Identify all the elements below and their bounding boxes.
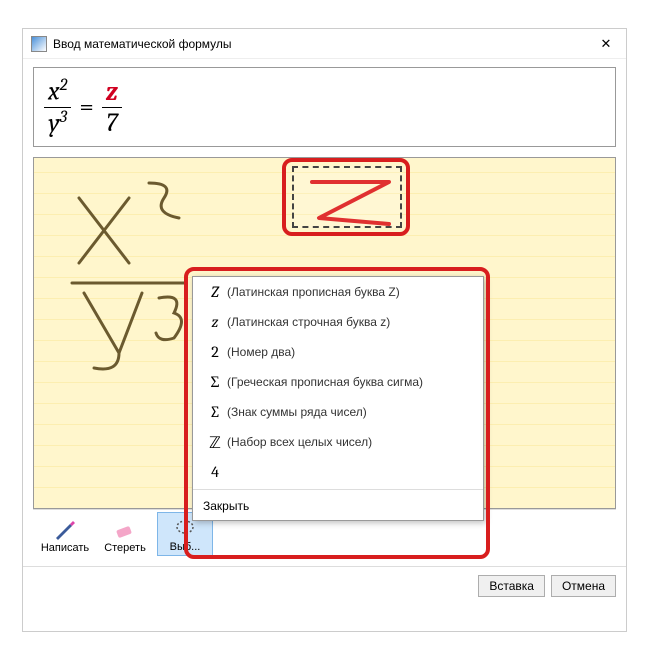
var-z-highlighted: z bbox=[106, 77, 118, 107]
popup-label: (Греческая прописная буква сигма) bbox=[227, 375, 423, 389]
popup-separator bbox=[193, 489, 483, 490]
popup-symbol: Σ bbox=[203, 373, 227, 392]
popup-close-item[interactable]: Закрыть bbox=[193, 492, 483, 520]
popup-item-5[interactable]: ℤ(Набор всех целых чисел) bbox=[193, 427, 483, 457]
popup-label: (Латинская строчная буква z) bbox=[227, 315, 390, 329]
ink-stroke-z bbox=[294, 168, 404, 230]
select-tool-label: Выб... bbox=[160, 541, 210, 553]
erase-tool-label: Стереть bbox=[99, 542, 151, 554]
exp-2: 2 bbox=[60, 76, 68, 95]
var-y: y bbox=[48, 108, 59, 138]
fraction-right: z 7 bbox=[102, 79, 122, 136]
popup-item-0[interactable]: Z(Латинская прописная буква Z) bbox=[193, 277, 483, 307]
popup-label: (Знак суммы ряда чисел) bbox=[227, 405, 367, 419]
fraction-left: x2 y3 bbox=[44, 78, 71, 136]
erase-tool-button[interactable]: Стереть bbox=[97, 514, 153, 556]
popup-symbol: ∑ bbox=[203, 403, 227, 421]
formula-preview: x2 y3 = z 7 bbox=[33, 67, 616, 147]
var-x: x bbox=[48, 77, 60, 107]
eraser-icon bbox=[99, 516, 151, 542]
popup-symbol: z bbox=[203, 313, 227, 331]
popup-item-1[interactable]: z(Латинская строчная буква z) bbox=[193, 307, 483, 337]
titlebar: Ввод математической формулы ✕ bbox=[23, 29, 626, 59]
app-icon bbox=[31, 36, 47, 52]
popup-symbol: 2 bbox=[203, 343, 227, 361]
write-tool-label: Написать bbox=[39, 542, 91, 554]
popup-item-2[interactable]: 2(Номер два) bbox=[193, 337, 483, 367]
dialog-footer: Вставка Отмена bbox=[23, 566, 626, 605]
popup-item-3[interactable]: Σ(Греческая прописная буква сигма) bbox=[193, 367, 483, 397]
write-tool-button[interactable]: Написать bbox=[37, 514, 93, 556]
popup-symbol: ℤ bbox=[203, 433, 227, 452]
selection-rectangle[interactable] bbox=[292, 166, 402, 228]
popup-item-4[interactable]: ∑(Знак суммы ряда чисел) bbox=[193, 397, 483, 427]
equals-sign: = bbox=[79, 92, 93, 122]
popup-label: (Набор всех целых чисел) bbox=[227, 435, 372, 449]
popup-label: (Латинская прописная буква Z) bbox=[227, 285, 400, 299]
popup-item-6[interactable]: 4 bbox=[193, 457, 483, 487]
popup-symbol: Z bbox=[203, 283, 227, 301]
const-7: 7 bbox=[102, 108, 122, 136]
close-icon[interactable]: ✕ bbox=[594, 36, 618, 52]
popup-symbol: 4 bbox=[203, 463, 227, 481]
insert-button[interactable]: Вставка bbox=[478, 575, 545, 597]
correction-popup: Z(Латинская прописная буква Z)z(Латинска… bbox=[192, 276, 484, 521]
window-title: Ввод математической формулы bbox=[53, 37, 594, 51]
exp-3: 3 bbox=[60, 108, 67, 127]
pen-icon bbox=[39, 516, 91, 542]
cancel-button[interactable]: Отмена bbox=[551, 575, 616, 597]
popup-label: (Номер два) bbox=[227, 345, 295, 359]
